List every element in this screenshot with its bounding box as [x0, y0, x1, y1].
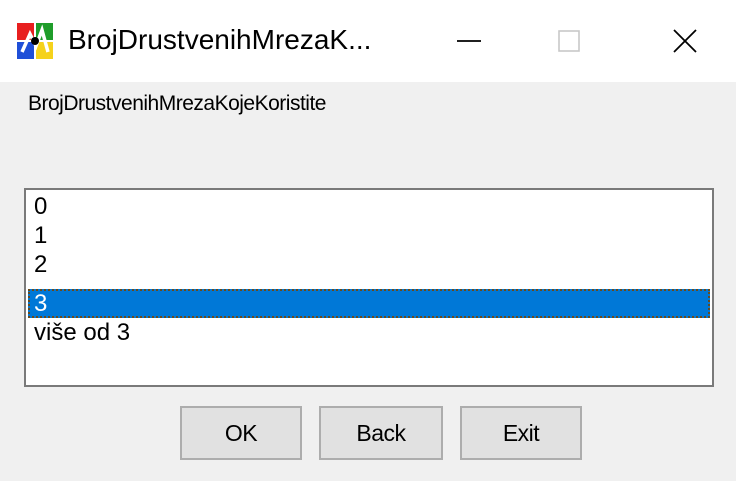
ok-button[interactable]: OK — [180, 406, 302, 460]
list-item-0[interactable]: 0 — [28, 192, 710, 221]
minimize-button[interactable] — [424, 0, 514, 82]
question-label: BrojDrustvenihMrezaKojeKoristite — [28, 92, 326, 115]
window-title: BrojDrustvenihMrezaK... — [68, 24, 372, 55]
maximize-button[interactable] — [524, 0, 614, 82]
list-item-2[interactable]: 2 — [28, 250, 710, 279]
app-logo-icon — [17, 23, 53, 59]
list-item-more-than-3[interactable]: više od 3 — [28, 318, 710, 347]
options-listbox[interactable]: 0 1 2 3 više od 3 — [24, 188, 714, 387]
minimize-icon — [457, 40, 481, 42]
close-icon — [673, 29, 697, 53]
close-button[interactable] — [640, 0, 730, 82]
title-bar[interactable]: BrojDrustvenihMrezaK... — [0, 0, 736, 82]
back-button[interactable]: Back — [319, 406, 443, 460]
maximize-icon — [558, 30, 580, 52]
list-item-3-selected[interactable]: 3 — [28, 289, 710, 318]
list-item-1[interactable]: 1 — [28, 221, 710, 250]
exit-button[interactable]: Exit — [460, 406, 582, 460]
dialog-window: BrojDrustvenihMrezaK... BrojDrustvenihMr… — [0, 0, 736, 481]
